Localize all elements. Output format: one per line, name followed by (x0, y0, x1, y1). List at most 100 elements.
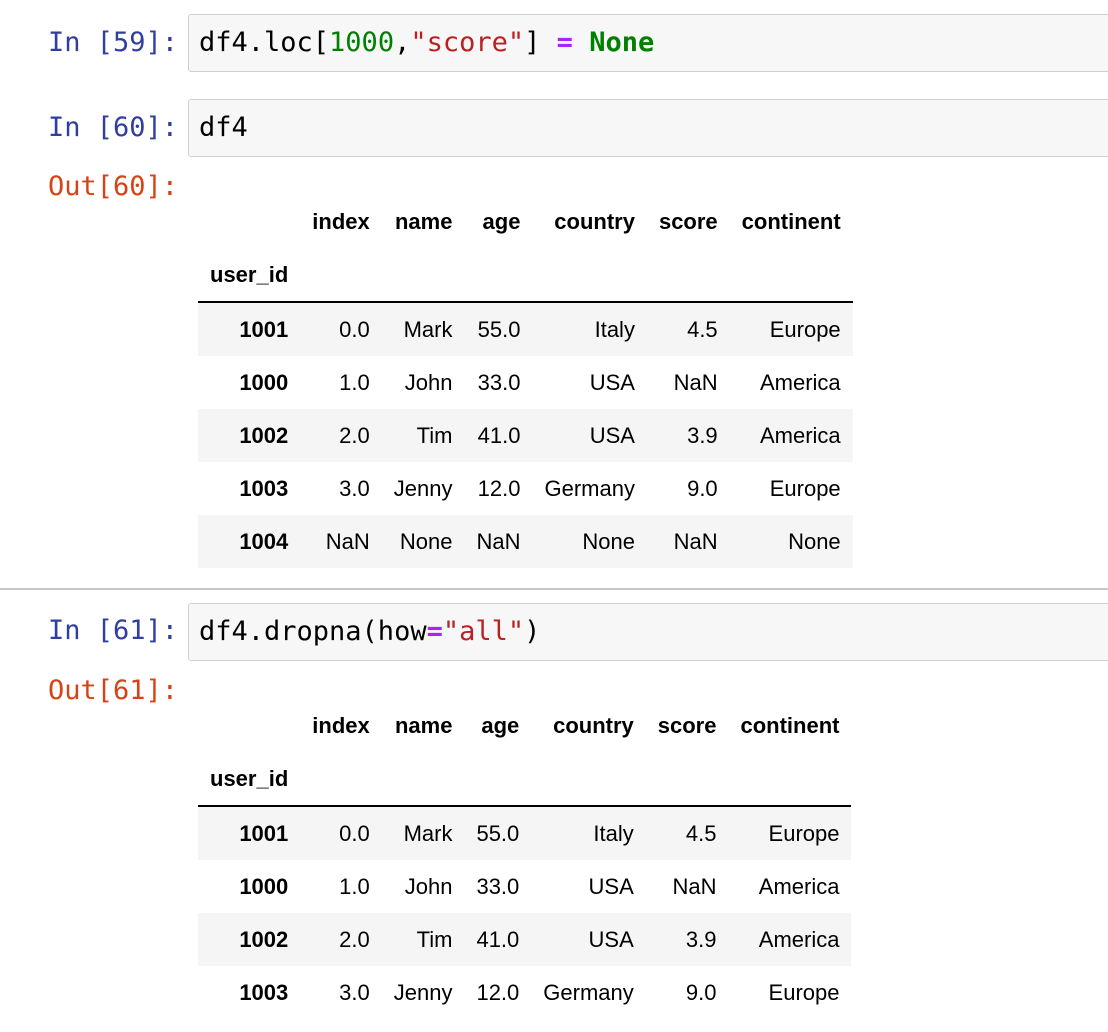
index-name: user_id (198, 248, 301, 303)
table-cell: Germany (544, 475, 635, 501)
table-cell: 4.5 (685, 820, 717, 846)
table-cell: None (788, 528, 841, 554)
table-cell: NaN (476, 528, 521, 554)
table-cell: Europe (769, 475, 841, 501)
table-cell: 4.5 (687, 316, 718, 342)
corner-cell (198, 195, 300, 248)
input-prompt-61: In [61]: (47, 615, 178, 646)
empty-header-cell (645, 752, 729, 807)
table-cell: 1.0 (339, 369, 370, 395)
table-row: 1000 1.0 John 33.0 USA NaN America (198, 356, 853, 409)
table-row: 1002 2.0 Tim 41.0 USA 3.9 America (198, 409, 853, 462)
dataframe-output-60: index name age country score continent user_id… (198, 195, 853, 568)
column-header: continent (741, 208, 841, 234)
table-cell: Europe (769, 316, 841, 342)
table-cell: America (759, 369, 841, 395)
empty-header-cell (464, 248, 533, 303)
index-name-row: user_id (198, 248, 853, 303)
output-prompt-60: Out[60]: (47, 171, 178, 202)
table-cell: Tim (416, 926, 453, 952)
column-header: age (481, 712, 520, 738)
row-index: 1002 (239, 926, 289, 952)
column-header: continent (740, 712, 840, 738)
table-cell: John (404, 369, 453, 395)
code-token: , (394, 27, 411, 58)
code-cell-61[interactable]: df4.dropna(how="all") (188, 603, 1108, 661)
table-cell: 33.0 (476, 873, 520, 899)
table-body: 1001 0.0 Mark 55.0 Italy 4.5 Europe 1000 1.0 John… (198, 806, 852, 1019)
code-token: df4.loc[ (199, 27, 330, 58)
empty-header-cell (729, 248, 853, 303)
row-index: 1001 (239, 820, 289, 846)
table-cell: Germany (543, 979, 634, 1005)
table-cell: 1.0 (339, 873, 370, 899)
table-cell: Europe (768, 820, 840, 846)
column-header-row: index name age country score continent (198, 195, 853, 248)
code-token: df4 (199, 112, 248, 143)
index-name: user_id (198, 752, 301, 807)
empty-header-cell (531, 752, 646, 807)
code-token: "score" (410, 27, 525, 58)
row-index: 1003 (239, 475, 289, 501)
table-row: 1001 0.0 Mark 55.0 Italy 4.5 Europe (198, 806, 852, 860)
table-body: 1001 0.0 Mark 55.0 Italy 4.5 Europe 1000 1.0 John… (198, 302, 853, 568)
table-cell: NaN (673, 528, 718, 554)
column-header: index (312, 712, 370, 738)
table-cell: 3.9 (685, 926, 717, 952)
empty-header-cell (646, 248, 730, 303)
table-cell: USA (588, 926, 634, 952)
table-row: 1000 1.0 John 33.0 USA NaN America (198, 860, 851, 913)
code-token: 1000 (329, 27, 395, 58)
row-index: 1004 (239, 528, 289, 554)
table-cell: 0.0 (339, 820, 370, 846)
table-row: 1001 0.0 Mark 55.0 Italy 4.5 Europe (198, 302, 853, 356)
table-cell: NaN (325, 528, 370, 554)
code-cell-59[interactable]: df4.loc[1000,"score"] = None (188, 14, 1108, 72)
row-index: 1000 (239, 873, 289, 899)
code-token: = (426, 616, 443, 647)
table-cell: Italy (594, 316, 635, 342)
table-cell: America (759, 422, 841, 448)
column-header: country (554, 208, 635, 234)
code-token: ] (524, 27, 557, 58)
column-header: name (394, 712, 453, 738)
row-index: 1000 (239, 369, 289, 395)
table-cell: 0.0 (339, 316, 370, 342)
table-cell: 3.0 (339, 475, 370, 501)
empty-header-cell (532, 248, 647, 303)
code-token: "all" (442, 616, 525, 647)
column-header: score (658, 208, 718, 234)
empty-header-cell (464, 752, 532, 807)
table-cell: 12.0 (476, 979, 520, 1005)
table-cell: Mark (403, 316, 453, 342)
empty-header-cell (300, 752, 382, 807)
column-header: score (657, 712, 717, 738)
table-cell: USA (588, 873, 634, 899)
empty-header-cell (381, 248, 465, 303)
table-cell: Mark (403, 820, 453, 846)
column-header-row: index name age country score continent (198, 699, 851, 752)
table-cell: Italy (593, 820, 634, 846)
column-header: age (482, 208, 521, 234)
code-cell-60[interactable]: df4 (188, 99, 1108, 157)
table-cell: Jenny (393, 979, 453, 1005)
row-index: 1002 (239, 422, 289, 448)
input-prompt-59: In [59]: (47, 27, 178, 58)
table-cell: 9.0 (687, 475, 718, 501)
table-cell: America (758, 873, 840, 899)
column-header: country (553, 712, 634, 738)
cell-separator (0, 588, 1108, 590)
table-row: 1003 3.0 Jenny 12.0 Germany 9.0 Europe (198, 966, 851, 1019)
output-prompt-61: Out[61]: (47, 675, 178, 706)
table-header: index name age country score continent user_id (198, 699, 852, 807)
table-cell: 55.0 (476, 820, 520, 846)
table-cell: None (582, 528, 635, 554)
table-row: 1002 2.0 Tim 41.0 USA 3.9 America (198, 913, 852, 966)
corner-cell (198, 699, 300, 752)
input-prompt-60: In [60]: (47, 112, 178, 143)
table-cell: Jenny (393, 475, 453, 501)
table-row: 1004 NaN None NaN None NaN None (198, 515, 853, 568)
table-cell: 12.0 (477, 475, 521, 501)
table-cell: 41.0 (476, 926, 520, 952)
